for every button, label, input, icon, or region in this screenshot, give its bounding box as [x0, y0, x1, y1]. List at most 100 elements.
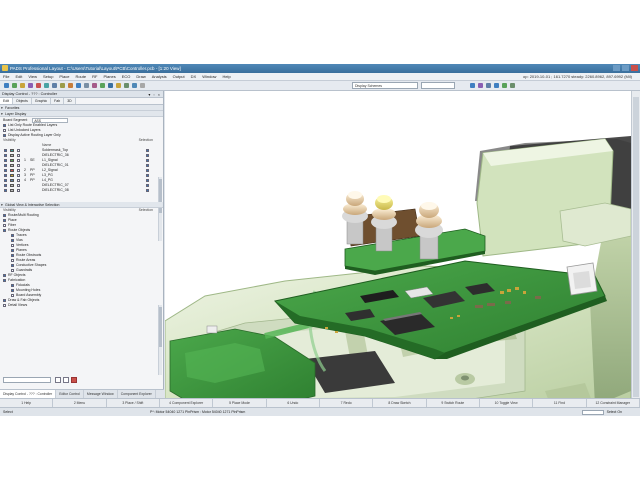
function-key-button[interactable]: 8 Draw Sketch	[373, 399, 427, 407]
layer-selection-checkbox[interactable]	[17, 164, 20, 167]
toolbar-tool-icon[interactable]	[52, 83, 57, 88]
tree-item-checkbox[interactable]	[11, 243, 14, 247]
toolbar-tool-icon[interactable]	[36, 83, 41, 88]
menu-item-help[interactable]: Help	[219, 73, 233, 81]
tree-item-checkbox[interactable]	[11, 258, 14, 262]
toolbar-tool-icon[interactable]	[478, 83, 483, 88]
dock-tab[interactable]: Component Explorer	[118, 390, 156, 398]
layer-select-checkbox[interactable]	[146, 189, 149, 192]
menu-item-window[interactable]: Window	[199, 73, 219, 81]
layer-selection-checkbox[interactable]	[17, 159, 20, 162]
tab-objects[interactable]: Objects	[13, 98, 32, 104]
layer-color-swatch[interactable]	[10, 189, 14, 192]
menu-item-route[interactable]: Route	[72, 73, 89, 81]
tree-item-checkbox[interactable]	[3, 298, 6, 302]
layer-visibility-checkbox[interactable]	[4, 189, 7, 192]
layer-selection-checkbox[interactable]	[17, 169, 20, 172]
toolbar-tool-icon[interactable]	[494, 83, 499, 88]
maximize-button[interactable]	[622, 65, 629, 71]
layer-select-checkbox[interactable]	[146, 169, 149, 172]
menu-item-view[interactable]: View	[25, 73, 40, 81]
layer-visibility-checkbox[interactable]	[4, 179, 7, 182]
function-key-button[interactable]: 7 Redo	[320, 399, 374, 407]
function-key-button[interactable]: 3 Place / Shift	[107, 399, 160, 407]
layer-option-checkbox[interactable]	[3, 128, 6, 132]
function-key-button[interactable]: 12 Constraint Manager	[587, 399, 640, 407]
tree-item-checkbox[interactable]	[3, 223, 6, 227]
layer-visibility-checkbox[interactable]	[4, 184, 7, 187]
toolbar-tool-icon[interactable]	[44, 83, 49, 88]
viewport-scrollbar[interactable]	[631, 91, 640, 416]
menu-item-dx[interactable]: DX	[188, 73, 200, 81]
tree-item-checkbox[interactable]	[11, 288, 14, 292]
function-key-button[interactable]: 5 Place Mode	[213, 399, 267, 407]
layer-color-swatch[interactable]	[10, 149, 14, 152]
menu-item-file[interactable]: File	[0, 73, 12, 81]
layer-select-checkbox[interactable]	[146, 154, 149, 157]
tree-scrollbar[interactable]	[158, 305, 162, 375]
toolbar-tool-icon[interactable]	[108, 83, 113, 88]
tree-item-checkbox[interactable]	[11, 268, 14, 272]
tree-item-checkbox[interactable]	[11, 293, 14, 297]
tab-graphic[interactable]: Graphic	[31, 98, 52, 104]
layer-color-swatch[interactable]	[10, 179, 14, 182]
toolbar-tool-icon[interactable]	[4, 83, 9, 88]
toolbar-tool-icon[interactable]	[486, 83, 491, 88]
delete-scheme-button[interactable]	[71, 377, 77, 383]
tree-item-checkbox[interactable]	[11, 253, 14, 257]
layer-selection-checkbox[interactable]	[17, 179, 20, 182]
layer-display-section[interactable]: Layer Display	[0, 111, 163, 117]
layer-select-checkbox[interactable]	[146, 184, 149, 187]
menu-item-place[interactable]: Place	[56, 73, 72, 81]
layer-select-checkbox[interactable]	[146, 179, 149, 182]
menu-item-rf[interactable]: RF	[89, 73, 100, 81]
tree-item-checkbox[interactable]	[11, 283, 14, 287]
menu-item-setup[interactable]: Setup	[40, 73, 56, 81]
dock-tab[interactable]: Message Window	[84, 390, 118, 398]
layer-color-swatch[interactable]	[10, 184, 14, 187]
toolbar-tool-icon[interactable]	[60, 83, 65, 88]
layer-color-swatch[interactable]	[10, 174, 14, 177]
scheme-name-input[interactable]	[3, 377, 51, 383]
tab-3d[interactable]: 3D	[64, 98, 76, 104]
layer-selection-checkbox[interactable]	[17, 189, 20, 192]
layer-select-checkbox[interactable]	[146, 164, 149, 167]
tab-fab[interactable]: Fab	[51, 98, 65, 104]
tree-item-checkbox[interactable]	[3, 218, 6, 222]
tree-item-checkbox[interactable]	[3, 278, 6, 282]
tree-item-checkbox[interactable]	[11, 263, 14, 267]
layer-visibility-checkbox[interactable]	[4, 174, 7, 177]
toolbar-tool-icon[interactable]	[100, 83, 105, 88]
board-segment-select[interactable]: ASS	[32, 117, 69, 123]
toolbar-tool-icon[interactable]	[470, 83, 475, 88]
toolbar-tool-icon[interactable]	[28, 83, 33, 88]
toolbar-tool-icon[interactable]	[84, 83, 89, 88]
function-key-button[interactable]: 6 Undo	[267, 399, 320, 407]
toolbar-tool-icon[interactable]	[12, 83, 17, 88]
scheme-select-secondary[interactable]	[421, 82, 455, 89]
tree-item[interactable]: Detail Views	[0, 303, 163, 308]
layer-selection-checkbox[interactable]	[17, 149, 20, 152]
layer-color-swatch[interactable]	[10, 159, 14, 162]
toolbar-tool-icon[interactable]	[68, 83, 73, 88]
function-key-button[interactable]: 11 Find	[533, 399, 587, 407]
toolbar-tool-icon[interactable]	[20, 83, 25, 88]
toolbar-tool-icon[interactable]	[124, 83, 129, 88]
3d-viewport[interactable]	[165, 91, 631, 416]
layer-selection-checkbox[interactable]	[17, 174, 20, 177]
layer-selection-checkbox[interactable]	[17, 154, 20, 157]
tree-item-checkbox[interactable]	[3, 213, 6, 217]
layer-select-checkbox[interactable]	[146, 149, 149, 152]
layer-visibility-checkbox[interactable]	[4, 149, 7, 152]
function-key-button[interactable]: 1 Help	[0, 399, 54, 407]
layer-visibility-checkbox[interactable]	[4, 169, 7, 172]
layer-option-checkbox[interactable]	[3, 123, 6, 127]
panel-controls[interactable]: ▾ ▫ ×	[148, 92, 161, 99]
pcb-3d-view[interactable]	[165, 91, 631, 416]
toolbar-tool-icon[interactable]	[510, 83, 515, 88]
menu-item-analysis[interactable]: Analysis	[149, 73, 170, 81]
menu-item-planes[interactable]: Planes	[100, 73, 118, 81]
layer-visibility-checkbox[interactable]	[4, 159, 7, 162]
dock-tab[interactable]: Display Control - ??? : Controller	[0, 390, 57, 398]
tree-item-checkbox[interactable]	[11, 248, 14, 252]
